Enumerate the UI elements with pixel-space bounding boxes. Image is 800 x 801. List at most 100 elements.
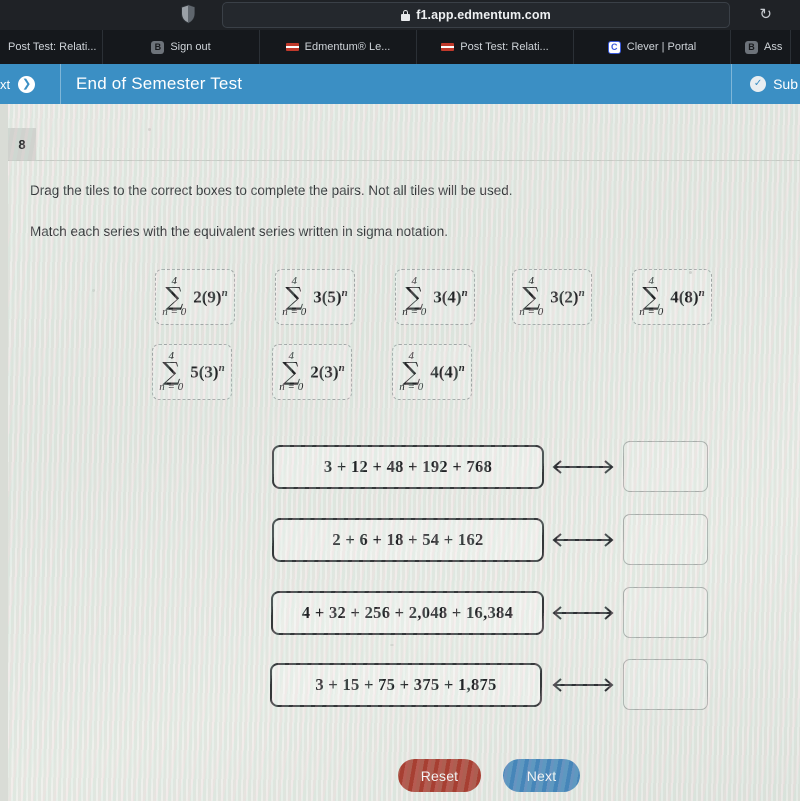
tab-label: Edmentum® Le... bbox=[304, 41, 391, 53]
sigma-symbol: ∑ bbox=[522, 282, 541, 312]
series-text: 2 + 6 + 18 + 54 + 162 bbox=[332, 530, 484, 549]
header-divider-right bbox=[731, 64, 732, 104]
tab-edmentum-learning[interactable]: Edmentum® Le... bbox=[260, 30, 417, 64]
tile-0[interactable]: 4 ∑ n = 0 2(9)n bbox=[155, 269, 235, 325]
sigma-group: 4 ∑ n = 0 bbox=[162, 276, 186, 317]
sigma-group: 4 ∑ n = 0 bbox=[639, 276, 663, 317]
edmentum-flag-icon bbox=[441, 43, 455, 51]
tile-2[interactable]: 4 ∑ n = 0 3(4)n bbox=[395, 269, 475, 325]
sigma-group: 4 ∑ n = 0 bbox=[279, 351, 303, 392]
tile-expression: 4(4)n bbox=[430, 361, 465, 382]
series-box-1[interactable]: 2 + 6 + 18 + 54 + 162 bbox=[272, 518, 544, 562]
tab-label: Sign out bbox=[170, 41, 211, 53]
sigma-symbol: ∑ bbox=[285, 282, 304, 312]
double-arrow-icon-3 bbox=[552, 678, 614, 692]
letter-b-icon: B bbox=[151, 40, 165, 54]
tile-7[interactable]: 4 ∑ n = 0 4(4)n bbox=[392, 344, 472, 400]
tab-label: Ass bbox=[764, 41, 783, 53]
sigma-symbol: ∑ bbox=[402, 357, 421, 387]
series-box-0[interactable]: 3 + 12 + 48 + 192 + 768 bbox=[272, 445, 544, 489]
letter-b-icon: B bbox=[745, 40, 758, 54]
series-box-3[interactable]: 3 + 15 + 75 + 375 + 1,875 bbox=[270, 663, 542, 707]
sigma-lower-limit: n = 0 bbox=[519, 305, 544, 318]
sigma-symbol: ∑ bbox=[162, 357, 181, 387]
sigma-lower-limit: n = 0 bbox=[279, 380, 304, 393]
tile-5[interactable]: 4 ∑ n = 0 5(3)n bbox=[152, 344, 232, 400]
lock-icon bbox=[401, 9, 411, 21]
header-next-button[interactable]: xt ❯ bbox=[0, 64, 36, 104]
sigma-lower-limit: n = 0 bbox=[282, 305, 307, 318]
shield-icon[interactable] bbox=[180, 4, 196, 24]
tile-6[interactable]: 4 ∑ n = 0 2(3)n bbox=[272, 344, 352, 400]
sigma-group: 4 ∑ n = 0 bbox=[282, 276, 306, 317]
photo-speck bbox=[92, 289, 95, 292]
tile-expression: 2(3)n bbox=[310, 361, 345, 382]
url-text: f1.app.edmentum.com bbox=[416, 8, 551, 22]
tab-label: Clever | Portal bbox=[626, 41, 697, 53]
tile-expression: 5(3)n bbox=[190, 361, 225, 382]
tab-strip: Post Test: Relati... B Sign out Edmentum… bbox=[0, 30, 800, 64]
double-arrow-icon-0 bbox=[552, 460, 614, 474]
header-rule bbox=[8, 160, 800, 161]
photo-speck bbox=[689, 271, 692, 274]
header-divider-left bbox=[60, 64, 61, 104]
sigma-lower-limit: n = 0 bbox=[159, 380, 184, 393]
header-submit-button[interactable]: ✓ Sub bbox=[750, 64, 800, 104]
drop-target-3[interactable] bbox=[623, 659, 708, 710]
series-text: 3 + 15 + 75 + 375 + 1,875 bbox=[315, 675, 497, 694]
sigma-group: 4 ∑ n = 0 bbox=[159, 351, 183, 392]
instruction-line-1: Drag the tiles to the correct boxes to c… bbox=[30, 183, 513, 198]
sigma-lower-limit: n = 0 bbox=[639, 305, 664, 318]
tab-assignments[interactable]: B Ass bbox=[731, 30, 792, 64]
header-submit-label: Sub bbox=[773, 76, 798, 92]
series-text: 4 + 32 + 256 + 2,048 + 16,384 bbox=[301, 603, 514, 622]
drop-target-0[interactable] bbox=[623, 441, 708, 492]
tile-expression: 2(9)n bbox=[193, 286, 228, 307]
photo-speck bbox=[148, 128, 151, 131]
series-box-2[interactable]: 4 + 32 + 256 + 2,048 + 16,384 bbox=[271, 591, 544, 635]
tab-label: Post Test: Relati... bbox=[8, 41, 97, 53]
double-arrow-icon-2 bbox=[552, 606, 614, 620]
header-next-label: xt bbox=[0, 76, 11, 92]
drop-target-1[interactable] bbox=[623, 514, 708, 565]
double-arrow-icon-1 bbox=[552, 533, 614, 547]
check-circle-icon: ✓ bbox=[750, 76, 767, 92]
tile-expression: 3(2)n bbox=[550, 286, 585, 307]
tab-post-test-1[interactable]: Post Test: Relati... bbox=[0, 30, 103, 64]
instruction-line-2: Match each series with the equivalent se… bbox=[30, 224, 448, 239]
sigma-symbol: ∑ bbox=[165, 282, 184, 312]
letter-c-icon: C bbox=[607, 40, 621, 54]
edmentum-flag-icon bbox=[285, 43, 299, 51]
reload-icon[interactable]: ↻ bbox=[759, 5, 772, 25]
question-page: 8 Drag the tiles to the correct boxes to… bbox=[0, 104, 800, 801]
tab-sign-out[interactable]: B Sign out bbox=[103, 30, 260, 64]
arrow-right-icon: ❯ bbox=[18, 75, 36, 93]
drop-target-2[interactable] bbox=[623, 587, 708, 638]
sigma-group: 4 ∑ n = 0 bbox=[519, 276, 543, 317]
page-title: End of Semester Test bbox=[76, 74, 243, 93]
next-button[interactable]: Next bbox=[503, 759, 580, 792]
question-number-badge: 8 bbox=[8, 128, 36, 160]
series-text: 3 + 12 + 48 + 192 + 768 bbox=[323, 457, 493, 476]
app-header: xt ❯ End of Semester Test ✓ Sub bbox=[0, 64, 800, 104]
browser-chrome: f1.app.edmentum.com ↻ bbox=[0, 0, 800, 30]
tile-3[interactable]: 4 ∑ n = 0 3(2)n bbox=[512, 269, 592, 325]
url-bar[interactable]: f1.app.edmentum.com bbox=[222, 2, 730, 28]
sigma-symbol: ∑ bbox=[282, 357, 301, 387]
sigma-lower-limit: n = 0 bbox=[399, 380, 424, 393]
reset-button[interactable]: Reset bbox=[398, 759, 481, 792]
sigma-symbol: ∑ bbox=[642, 282, 661, 312]
tab-label: Post Test: Relati... bbox=[460, 41, 549, 53]
tile-expression: 3(5)n bbox=[313, 286, 348, 307]
tab-post-test-2[interactable]: Post Test: Relati... bbox=[417, 30, 574, 64]
sigma-group: 4 ∑ n = 0 bbox=[399, 351, 423, 392]
sigma-lower-limit: n = 0 bbox=[402, 305, 427, 318]
sigma-lower-limit: n = 0 bbox=[162, 305, 187, 318]
sigma-group: 4 ∑ n = 0 bbox=[402, 276, 426, 317]
tile-expression: 3(4)n bbox=[433, 286, 468, 307]
tile-4[interactable]: 4 ∑ n = 0 4(8)n bbox=[632, 269, 712, 325]
tile-1[interactable]: 4 ∑ n = 0 3(5)n bbox=[275, 269, 355, 325]
tile-expression: 4(8)n bbox=[670, 286, 705, 307]
sigma-symbol: ∑ bbox=[405, 282, 424, 312]
tab-clever-portal[interactable]: C Clever | Portal bbox=[574, 30, 731, 64]
